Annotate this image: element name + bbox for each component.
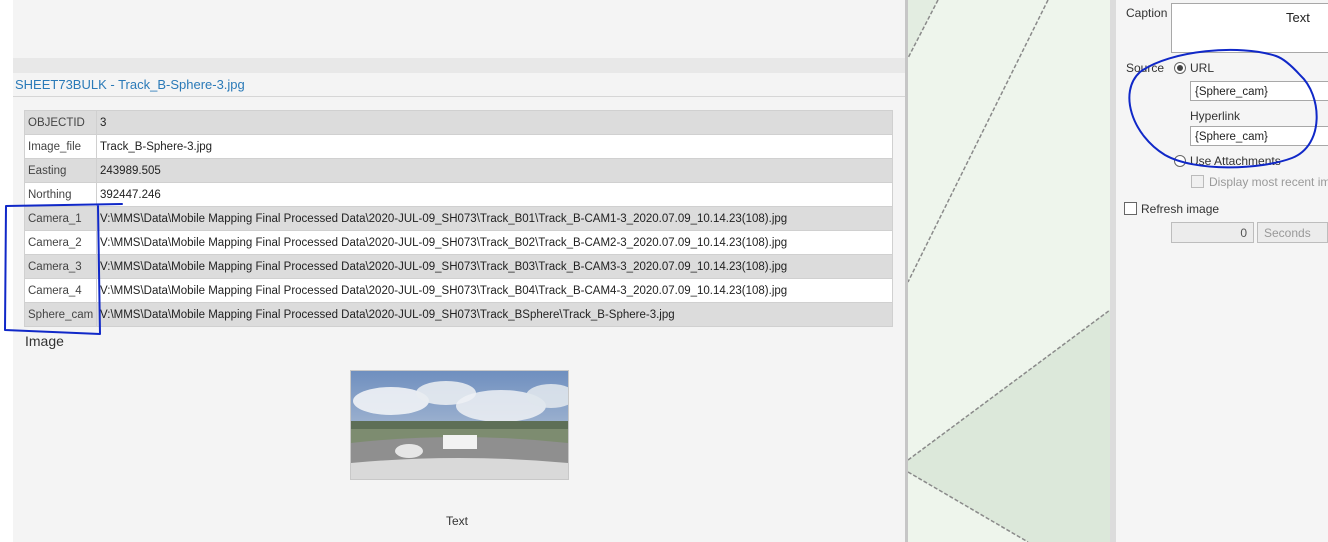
map-feature-line [908,0,1049,283]
table-row: OBJECTID 3 [24,110,893,135]
map-canvas [908,0,1110,542]
caption-input[interactable]: Text [1171,3,1328,53]
image-section-label: Image [25,333,64,349]
table-row: Image_file Track_B-Sphere-3.jpg [24,134,893,159]
refresh-interval-input[interactable]: 0 [1171,222,1254,243]
attribute-table: OBJECTID 3 Image_file Track_B-Sphere-3.jpg… [24,110,893,327]
panorama-image [351,371,568,479]
image-element-properties: Caption Text Source URL {Sphere_cam} Hyp… [1116,0,1328,542]
map-view[interactable] [908,0,1110,542]
refresh-unit-select[interactable]: Seconds [1257,222,1328,243]
attribute-key: OBJECTID [24,110,97,135]
attachments-radio[interactable] [1174,155,1186,167]
url-field[interactable]: {Sphere_cam} [1190,81,1328,101]
title-divider [13,96,905,97]
attribute-key: Camera_3 [24,254,97,279]
popup-title[interactable]: SHEET73BULK - Track_B-Sphere-3.jpg [15,77,245,92]
attribute-key: Northing [24,182,97,207]
attribute-value: Track_B-Sphere-3.jpg [96,134,893,159]
attribute-value: 243989.505 [96,158,893,183]
attribute-key: Camera_2 [24,230,97,255]
display-recent-checkbox[interactable] [1191,175,1204,188]
popup-footer-text: Text [446,514,469,528]
table-row: Camera_3 V:\MMS\Data\Mobile Mapping Final… [24,254,893,279]
table-row: Camera_1 V:\MMS\Data\Mobile Mapping Final… [24,206,893,231]
popup-header-area [13,0,905,58]
popup-panel: SHEET73BULK - Track_B-Sphere-3.jpg OBJEC… [13,0,905,542]
caption-text: Text [1286,10,1310,25]
attribute-value: V:\MMS\Data\Mobile Mapping Final Process… [96,230,893,255]
url-radio[interactable] [1174,62,1186,74]
attribute-value: V:\MMS\Data\Mobile Mapping Final Process… [96,206,893,231]
table-row: Camera_2 V:\MMS\Data\Mobile Mapping Final… [24,230,893,255]
attribute-key: Easting [24,158,97,183]
attribute-value: 3 [96,110,893,135]
source-label: Source [1126,61,1165,75]
radio-selected-dot [1177,65,1183,71]
attribute-key: Image_file [24,134,97,159]
popup-header-band [13,58,905,73]
table-row: Easting 243989.505 [24,158,893,183]
table-row: Camera_4 V:\MMS\Data\Mobile Mapping Final… [24,278,893,303]
refresh-image-checkbox[interactable] [1124,202,1137,215]
attribute-key: Camera_4 [24,278,97,303]
attribute-key: Sphere_cam [24,302,97,327]
panorama-thumbnail[interactable] [350,370,569,480]
url-option-label: URL [1190,61,1215,75]
table-row: Sphere_cam V:\MMS\Data\Mobile Mapping Fin… [24,302,893,327]
refresh-image-label: Refresh image [1141,202,1220,216]
attribute-value: V:\MMS\Data\Mobile Mapping Final Process… [96,254,893,279]
attribute-value: V:\MMS\Data\Mobile Mapping Final Process… [96,302,893,327]
display-recent-label: Display most recent im [1209,175,1328,189]
attribute-value: V:\MMS\Data\Mobile Mapping Final Process… [96,278,893,303]
table-row: Northing 392447.246 [24,182,893,207]
caption-label: Caption [1126,6,1168,20]
attribute-key: Camera_1 [24,206,97,231]
attachments-option-label: Use Attachments [1190,154,1281,168]
hyperlink-field[interactable]: {Sphere_cam} [1190,126,1328,146]
hyperlink-label: Hyperlink [1190,109,1241,123]
attribute-value: 392447.246 [96,182,893,207]
